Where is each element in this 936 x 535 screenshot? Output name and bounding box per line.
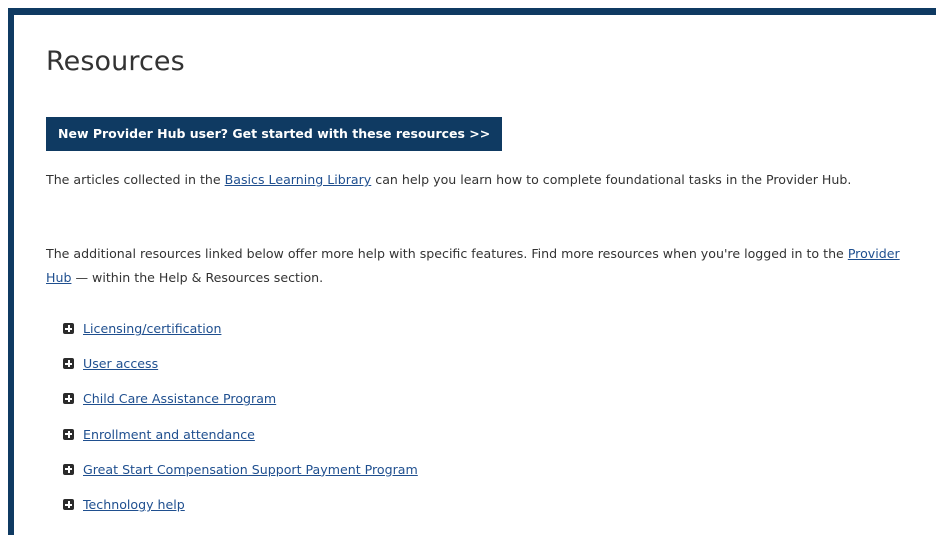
intro-text: The articles collected in the	[46, 172, 225, 187]
intro-text: — within the Help & Resources section.	[71, 270, 324, 285]
accordion-item-enrollment[interactable]: Enrollment and attendance	[63, 417, 418, 452]
intro-paragraph-2: The additional resources linked below of…	[46, 242, 908, 290]
accordion-link-licensing[interactable]: Licensing/certification	[83, 321, 221, 336]
page-title: Resources	[46, 46, 185, 77]
accordion-item-user-access[interactable]: User access	[63, 346, 418, 381]
plus-square-icon[interactable]	[63, 499, 74, 511]
accordion-item-technology-help[interactable]: Technology help	[63, 487, 418, 522]
accordion-link-ccap[interactable]: Child Care Assistance Program	[83, 391, 276, 406]
plus-square-icon[interactable]	[63, 358, 74, 370]
plus-square-icon[interactable]	[63, 393, 74, 405]
accordion-item-licensing[interactable]: Licensing/certification	[63, 311, 418, 346]
plus-square-icon[interactable]	[63, 323, 74, 335]
plus-square-icon[interactable]	[63, 463, 74, 475]
plus-square-icon[interactable]	[63, 428, 74, 440]
intro-paragraph-1: The articles collected in the Basics Lea…	[46, 168, 908, 192]
accordion-link-great-start[interactable]: Great Start Compensation Support Payment…	[83, 462, 418, 477]
accordion-item-ccap[interactable]: Child Care Assistance Program	[63, 381, 418, 416]
resources-accordion-list: Licensing/certification User access Chil…	[63, 311, 418, 522]
accordion-link-technology-help[interactable]: Technology help	[83, 497, 185, 512]
get-started-button[interactable]: New Provider Hub user? Get started with …	[46, 117, 503, 151]
accordion-item-great-start[interactable]: Great Start Compensation Support Payment…	[63, 452, 418, 487]
accordion-link-user-access[interactable]: User access	[83, 356, 158, 371]
accordion-link-enrollment[interactable]: Enrollment and attendance	[83, 427, 255, 442]
page-frame: Resources New Provider Hub user? Get sta…	[8, 8, 936, 535]
intro-text: can help you learn how to complete found…	[371, 172, 852, 187]
basics-learning-library-link[interactable]: Basics Learning Library	[225, 172, 372, 187]
intro-text: The additional resources linked below of…	[46, 246, 848, 261]
